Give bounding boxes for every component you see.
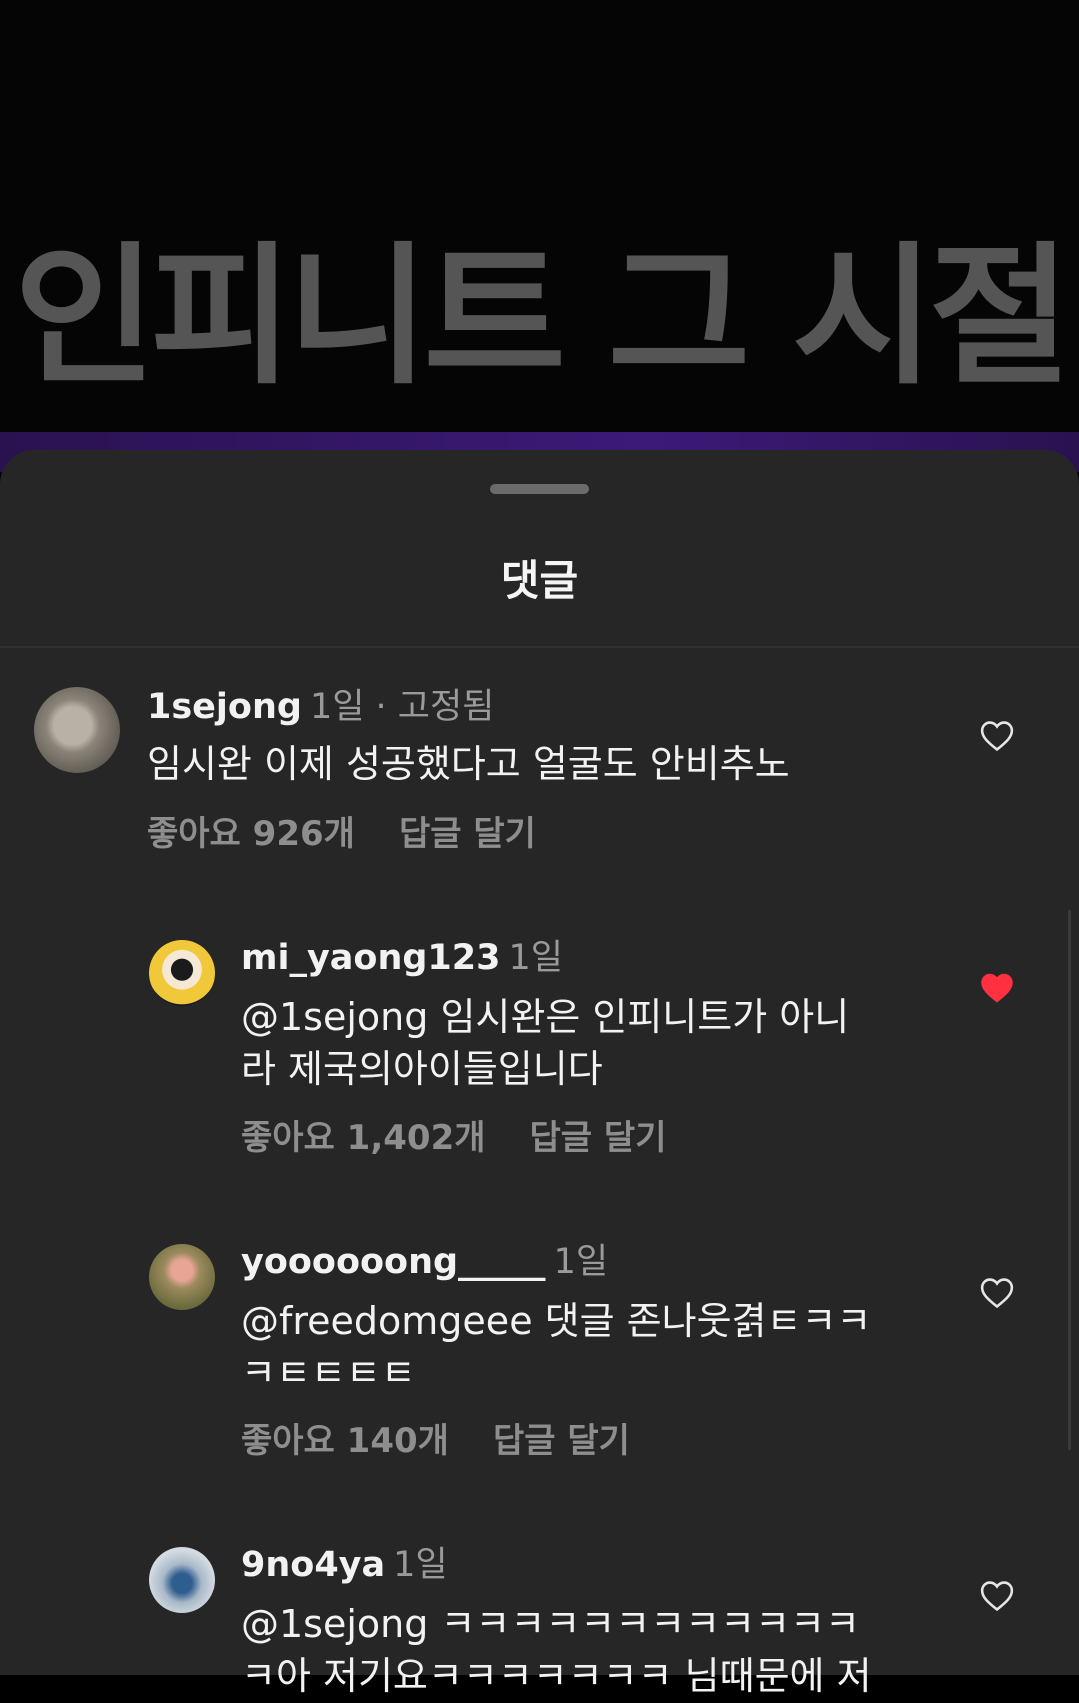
like-count[interactable]: 좋아요 926개 (147, 814, 355, 854)
timestamp: 1일 (553, 1242, 609, 1282)
username[interactable]: yoooooong_____ (241, 1242, 546, 1282)
heart-icon[interactable] (980, 720, 1014, 752)
comment-text: ㅋ아 저기요ㅋㅋㅋㅋㅋㅋㅋ 님때문에 저 (241, 1654, 872, 1698)
username[interactable]: 1sejong (147, 687, 302, 727)
reply-button[interactable]: 답글 달기 (493, 1421, 630, 1461)
reply-button[interactable]: 답글 달기 (530, 1118, 667, 1158)
banner-title: 인피니트 그 시절 (13, 228, 1071, 405)
comment-actions: 좋아요 140개 답글 달기 (241, 1418, 630, 1464)
comment-actions: 좋아요 1,402개 답글 달기 (241, 1115, 666, 1161)
comment-text: @freedomgeee 댓글 존나웃겱ㅌㅋㅋ (241, 1299, 872, 1343)
like-count[interactable]: 좋아요 1,402개 (241, 1118, 486, 1158)
timestamp: 1일 (508, 938, 563, 978)
username[interactable]: mi_yaong123 (241, 938, 500, 978)
comment-text: 라 제국의아이들입니다 (241, 1047, 603, 1091)
comment-text: @1sejong ㅋㅋㅋㅋㅋㅋㅋㅋㅋㅋㅋㅋ (241, 1602, 860, 1646)
comment-meta: yoooooong_____ 1일 (241, 1239, 608, 1285)
heart-filled-icon[interactable] (980, 972, 1014, 1004)
reply-button[interactable]: 답글 달기 (399, 814, 536, 854)
comment-meta: 9no4ya 1일 (241, 1542, 448, 1588)
username[interactable]: 9no4ya (241, 1545, 385, 1585)
heart-icon[interactable] (980, 1580, 1014, 1612)
sheet-title: 댓글 (500, 556, 579, 605)
comment-actions: 좋아요 926개 답글 달기 (147, 811, 536, 857)
avatar[interactable] (149, 1244, 215, 1310)
avatar[interactable] (149, 940, 215, 1006)
comment-text: 임시완 이제 성공했다고 얼굴도 안비추노 (147, 742, 790, 786)
timestamp: 1일 (393, 1545, 448, 1585)
comment-text: ㅋㅌㅌㅌㅌ (241, 1351, 416, 1395)
heart-icon[interactable] (980, 1277, 1014, 1309)
comment-text: @1sejong 임시완은 인피니트가 아니 (241, 995, 850, 1039)
scrollbar[interactable] (1068, 910, 1071, 1450)
pinned-label: · 고정됨 (364, 687, 495, 727)
timestamp: 1일 (309, 687, 365, 727)
avatar[interactable] (149, 1547, 215, 1613)
header-divider (0, 646, 1079, 648)
avatar[interactable] (34, 687, 120, 773)
sheet-drag-handle[interactable] (490, 484, 589, 494)
comment-meta: mi_yaong123 1일 (241, 935, 563, 981)
comment-meta: 1sejong 1일 · 고정됨 (147, 684, 494, 730)
video-banner: 인피니트 그 시절 (0, 0, 1079, 445)
like-count[interactable]: 좋아요 140개 (241, 1421, 449, 1461)
